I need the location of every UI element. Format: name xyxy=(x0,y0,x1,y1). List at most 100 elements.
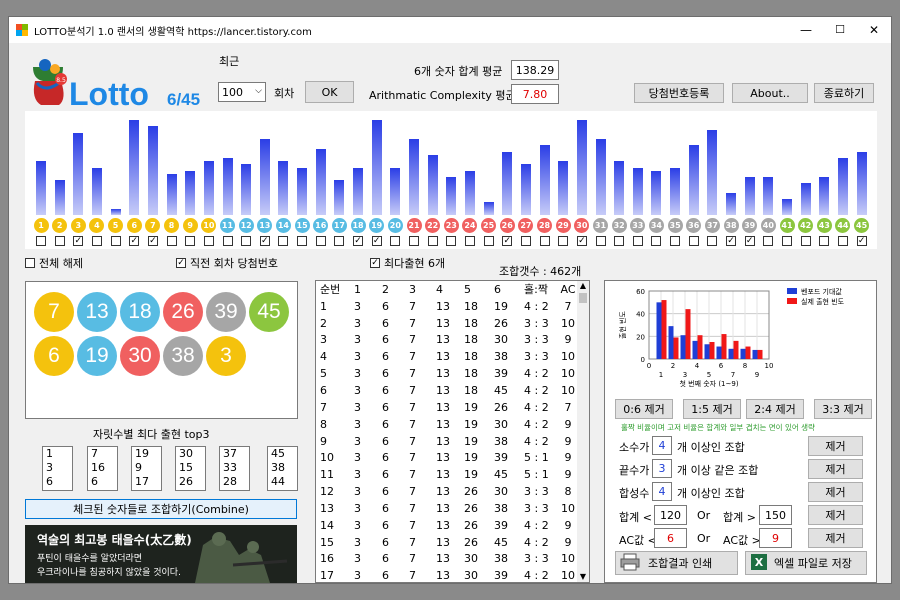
column-header[interactable]: 6 xyxy=(490,281,520,298)
number-checkbox-8[interactable] xyxy=(166,236,177,246)
number-checkbox-19[interactable]: ✓ xyxy=(371,236,382,246)
exit-button[interactable]: 종료하기 xyxy=(814,83,874,103)
close-button[interactable]: ✕ xyxy=(857,17,891,43)
register-button[interactable]: 당첨번호등록 xyxy=(634,83,724,103)
number-checkbox-30[interactable]: ✓ xyxy=(576,236,587,246)
table-row[interactable]: 2 3 6 7 13 18 26 3 : 3 10 xyxy=(316,315,578,332)
ratio-remove-button-4[interactable]: 3:3 제거 xyxy=(814,399,872,419)
table-row[interactable]: 13 3 6 7 13 26 38 3 : 3 10 xyxy=(316,500,578,517)
table-row[interactable]: 16 3 6 7 13 30 38 3 : 3 10 xyxy=(316,551,578,568)
excel-button[interactable]: X 엑셀 파일로 저장 xyxy=(745,551,867,575)
table-row[interactable]: 15 3 6 7 13 26 45 4 : 2 9 xyxy=(316,534,578,551)
number-checkbox-27[interactable] xyxy=(520,236,531,246)
column-header[interactable]: 순번 xyxy=(316,281,350,298)
table-row[interactable]: 11 3 6 7 13 19 45 5 : 1 9 xyxy=(316,466,578,483)
ratio-remove-button-2[interactable]: 1:5 제거 xyxy=(683,399,741,419)
table-row[interactable]: 7 3 6 7 13 19 26 4 : 2 7 xyxy=(316,399,578,416)
table-row[interactable]: 1 3 6 7 13 18 19 4 : 27 xyxy=(316,298,578,315)
checkbox-box[interactable]: ✓ xyxy=(176,258,186,268)
number-checkbox-7[interactable]: ✓ xyxy=(147,236,158,246)
number-checkbox-5[interactable] xyxy=(110,236,121,246)
ratio-remove-button-1[interactable]: 0:6 제거 xyxy=(615,399,673,419)
number-checkbox-1[interactable] xyxy=(36,236,46,246)
column-header[interactable]: 4 xyxy=(432,281,460,298)
prev-win-checkbox[interactable]: ✓ 직전 회차 당첨번호 xyxy=(176,255,278,271)
number-checkbox-20[interactable] xyxy=(390,236,401,246)
number-checkbox-42[interactable] xyxy=(800,236,811,246)
number-checkbox-23[interactable] xyxy=(446,236,457,246)
scroll-up-icon[interactable]: ▲ xyxy=(577,281,589,291)
number-checkbox-28[interactable] xyxy=(539,236,550,246)
ok-button[interactable]: OK xyxy=(305,81,354,103)
number-checkbox-38[interactable]: ✓ xyxy=(726,236,737,246)
number-checkbox-40[interactable] xyxy=(763,236,774,246)
number-checkbox-4[interactable] xyxy=(91,236,102,246)
number-checkbox-12[interactable] xyxy=(241,236,252,246)
remove-ac-button[interactable]: 제거 xyxy=(808,528,863,548)
number-checkbox-6[interactable]: ✓ xyxy=(129,236,140,246)
number-checkbox-34[interactable] xyxy=(651,236,662,246)
remove-ending-button[interactable]: 제거 xyxy=(808,459,863,479)
number-checkbox-35[interactable] xyxy=(670,236,681,246)
number-checkbox-14[interactable] xyxy=(278,236,289,246)
number-checkbox-24[interactable] xyxy=(464,236,475,246)
sum-min-field[interactable]: 120 xyxy=(654,505,687,525)
number-checkbox-25[interactable] xyxy=(483,236,494,246)
recent-select[interactable]: 100 ⌵ xyxy=(218,82,266,102)
column-header[interactable]: 3 xyxy=(405,281,432,298)
number-checkbox-33[interactable] xyxy=(632,236,643,246)
sum-max-field[interactable]: 150 xyxy=(759,505,792,525)
column-header[interactable]: AC xyxy=(554,281,578,298)
remove-prime-button[interactable]: 제거 xyxy=(808,436,863,456)
deselect-all-checkbox[interactable]: 전체 해제 xyxy=(25,255,83,271)
table-row[interactable]: 3 3 6 7 13 18 30 3 : 3 9 xyxy=(316,332,578,349)
checkbox-box[interactable]: ✓ xyxy=(370,258,380,268)
number-checkbox-21[interactable] xyxy=(409,236,419,246)
scroll-down-icon[interactable]: ▼ xyxy=(577,572,589,582)
title-bar[interactable]: LOTTO분석기 1.0 랜서의 생활역학 https://lancer.tis… xyxy=(9,17,891,43)
number-checkbox-10[interactable] xyxy=(203,236,214,246)
number-checkbox-29[interactable] xyxy=(558,236,569,246)
table-row[interactable]: 17 3 6 7 13 30 39 4 : 2 10 xyxy=(316,567,578,582)
column-header[interactable]: 1 xyxy=(350,281,378,298)
checkbox-box[interactable] xyxy=(25,258,35,268)
ac-min-field[interactable]: 6 xyxy=(654,528,687,548)
table-row[interactable]: 10 3 6 7 13 19 39 5 : 1 9 xyxy=(316,449,578,466)
number-checkbox-36[interactable] xyxy=(688,236,699,246)
number-checkbox-18[interactable]: ✓ xyxy=(353,236,364,246)
scroll-thumb[interactable] xyxy=(579,293,587,303)
table-row[interactable]: 8 3 6 7 13 19 30 4 : 2 9 xyxy=(316,416,578,433)
ac-max-field[interactable]: 9 xyxy=(759,528,792,548)
remove-composite-button[interactable]: 제거 xyxy=(808,482,863,502)
ending-count-field[interactable]: 3 xyxy=(652,459,672,478)
number-checkbox-45[interactable]: ✓ xyxy=(856,236,867,246)
minimize-button[interactable]: — xyxy=(789,17,823,43)
number-checkbox-32[interactable] xyxy=(614,236,625,246)
number-checkbox-16[interactable] xyxy=(315,236,326,246)
maximize-button[interactable]: ☐ xyxy=(823,17,857,43)
table-row[interactable]: 9 3 6 7 13 19 38 4 : 2 9 xyxy=(316,433,578,450)
number-checkbox-17[interactable] xyxy=(334,236,345,246)
number-checkbox-22[interactable] xyxy=(427,236,438,246)
table-row[interactable]: 4 3 6 7 13 18 38 3 : 3 10 xyxy=(316,348,578,365)
ad-banner[interactable]: 역술의 최고봉 태을수(太乙數) 푸틴이 태을수를 알았더라면 우크라이나를 침… xyxy=(25,525,297,583)
number-checkbox-9[interactable] xyxy=(185,236,196,246)
most-freq-checkbox[interactable]: ✓ 최다출현 6개 xyxy=(370,255,445,271)
table-row[interactable]: 14 3 6 7 13 26 39 4 : 2 9 xyxy=(316,517,578,534)
number-checkbox-44[interactable] xyxy=(837,236,848,246)
table-row[interactable]: 6 3 6 7 13 18 45 4 : 2 10 xyxy=(316,382,578,399)
number-checkbox-11[interactable] xyxy=(222,236,233,246)
number-checkbox-2[interactable] xyxy=(54,236,65,246)
number-checkbox-3[interactable]: ✓ xyxy=(73,236,84,246)
number-checkbox-31[interactable] xyxy=(595,236,606,246)
number-checkbox-15[interactable] xyxy=(297,236,308,246)
table-row[interactable]: 12 3 6 7 13 26 30 3 : 3 8 xyxy=(316,483,578,500)
column-header[interactable]: 2 xyxy=(378,281,405,298)
table-row[interactable]: 5 3 6 7 13 18 39 4 : 2 10 xyxy=(316,365,578,382)
number-checkbox-26[interactable]: ✓ xyxy=(502,236,513,246)
remove-sum-button[interactable]: 제거 xyxy=(808,505,863,525)
ratio-remove-button-3[interactable]: 2:4 제거 xyxy=(746,399,804,419)
number-checkbox-43[interactable] xyxy=(819,236,830,246)
number-checkbox-37[interactable] xyxy=(707,236,718,246)
number-checkbox-13[interactable]: ✓ xyxy=(259,236,270,246)
